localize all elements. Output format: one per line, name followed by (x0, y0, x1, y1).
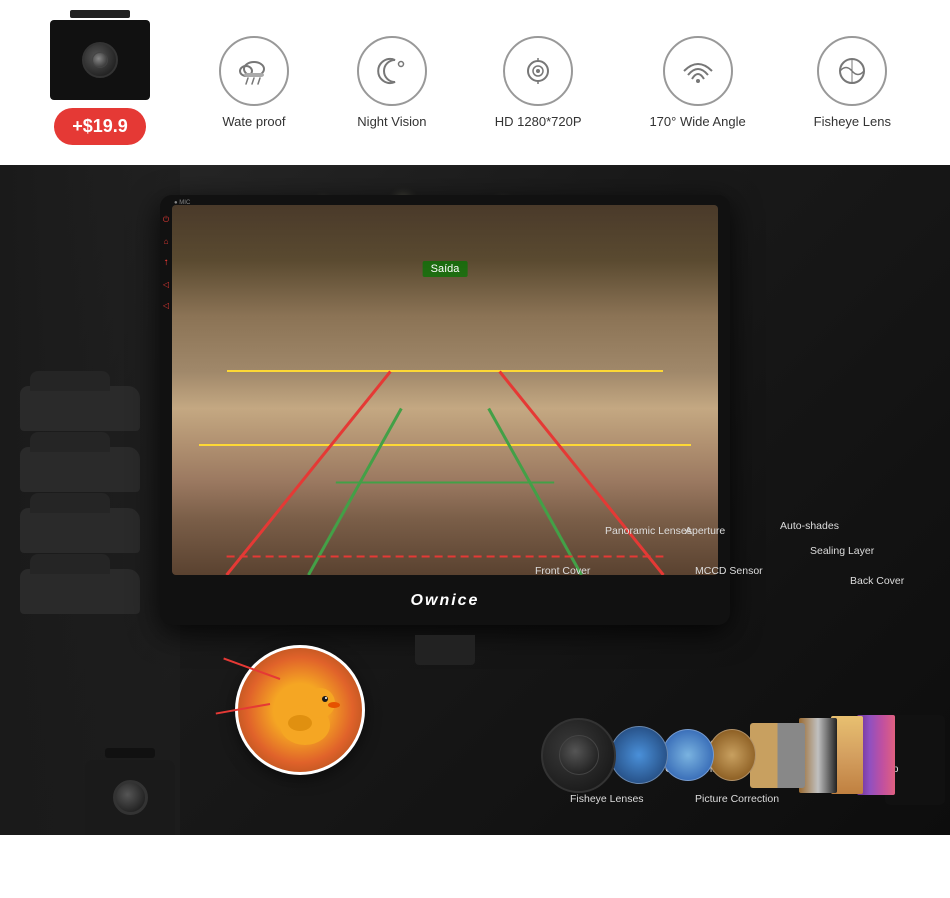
feature-night-vision: Night Vision (357, 36, 427, 129)
monitor-sidebar: ⏻ ⌂ ⭡ ◁ ◁ (160, 205, 172, 575)
monitor-brand: Ownice (411, 592, 480, 610)
moon-icon (357, 36, 427, 106)
fisheye-icon (817, 36, 887, 106)
features-row: Wate proof Night Vision (200, 36, 910, 129)
diagram-layer-panoramic (610, 726, 668, 784)
label-auto-shades: Auto-shades (780, 520, 839, 532)
monitor-stand (415, 635, 475, 665)
car-silhouette-4 (20, 569, 140, 614)
label-picture-correction: Picture Correction (695, 793, 779, 805)
top-section: +$19.9 Wate proof (0, 0, 950, 165)
hd-eye-icon (503, 36, 573, 106)
feature-waterproof: Wate proof (219, 36, 289, 129)
camera-thumbnail-wrapper: +$19.9 (40, 20, 160, 145)
diagram-lens-stack (547, 715, 895, 795)
power-icon: ⏻ (163, 215, 169, 225)
feature-hd: HD 1280*720P (495, 36, 582, 129)
label-mccd-sensor: MCCD Sensor (695, 565, 763, 577)
small-camera-lens (113, 780, 148, 815)
label-front-cover: Front Cover (535, 565, 590, 577)
label-fisheye-lenses: Fisheye Lenses (570, 793, 644, 805)
diagram-layer-glass (662, 729, 714, 781)
label-back-cover: Back Cover (850, 575, 904, 587)
camera-thumbnail-image (50, 20, 150, 100)
car-silhouette-1 (20, 386, 140, 431)
camera-mount (70, 10, 130, 18)
label-panoramic-lenses: Panoramic Lenses (605, 525, 692, 537)
diagram-layer-fisheye (541, 718, 616, 793)
wifi-signal-icon (663, 36, 733, 106)
small-camera-wrapper (75, 705, 185, 835)
camera-bracket (105, 748, 155, 758)
camera-diagram-section: Panoramic Lenses Front Cover Aperture MC… (510, 515, 950, 835)
fisheye-duck-circle (235, 645, 365, 775)
feature-fisheye: Fisheye Lens (814, 36, 891, 129)
rain-cloud-icon (219, 36, 289, 106)
duck-svg (255, 665, 345, 755)
car-silhouette-2 (20, 447, 140, 492)
fisheye-label: Fisheye Lens (814, 114, 891, 129)
camera-lens (82, 42, 118, 78)
label-aperture: Aperture (685, 525, 725, 537)
car-silhouette-3 (20, 508, 140, 553)
volume-icon: ◁ (163, 280, 169, 289)
hd-label: HD 1280*720P (495, 114, 582, 129)
wide-angle-label: 170° Wide Angle (649, 114, 745, 129)
diagram-inner-lens (559, 735, 599, 775)
camera-lens-inner (92, 52, 108, 68)
main-display-section: ● MIC ● RST ⏻ ⌂ ⭡ ◁ ◁ Saída (0, 165, 950, 835)
label-sealing-layer: Sealing Layer (810, 545, 874, 557)
feature-wide-angle: 170° Wide Angle (649, 36, 745, 129)
diagram-layer-mccd (750, 723, 805, 788)
settings-icon: ◁ (163, 301, 169, 310)
night-vision-label: Night Vision (357, 114, 426, 129)
price-badge: +$19.9 (54, 108, 146, 145)
diagram-layer-aperture (708, 729, 756, 781)
waterproof-label: Wate proof (222, 114, 285, 129)
nav-icon: ⭡ (164, 258, 168, 268)
home-icon: ⌂ (164, 237, 169, 246)
small-camera-body (85, 760, 175, 835)
